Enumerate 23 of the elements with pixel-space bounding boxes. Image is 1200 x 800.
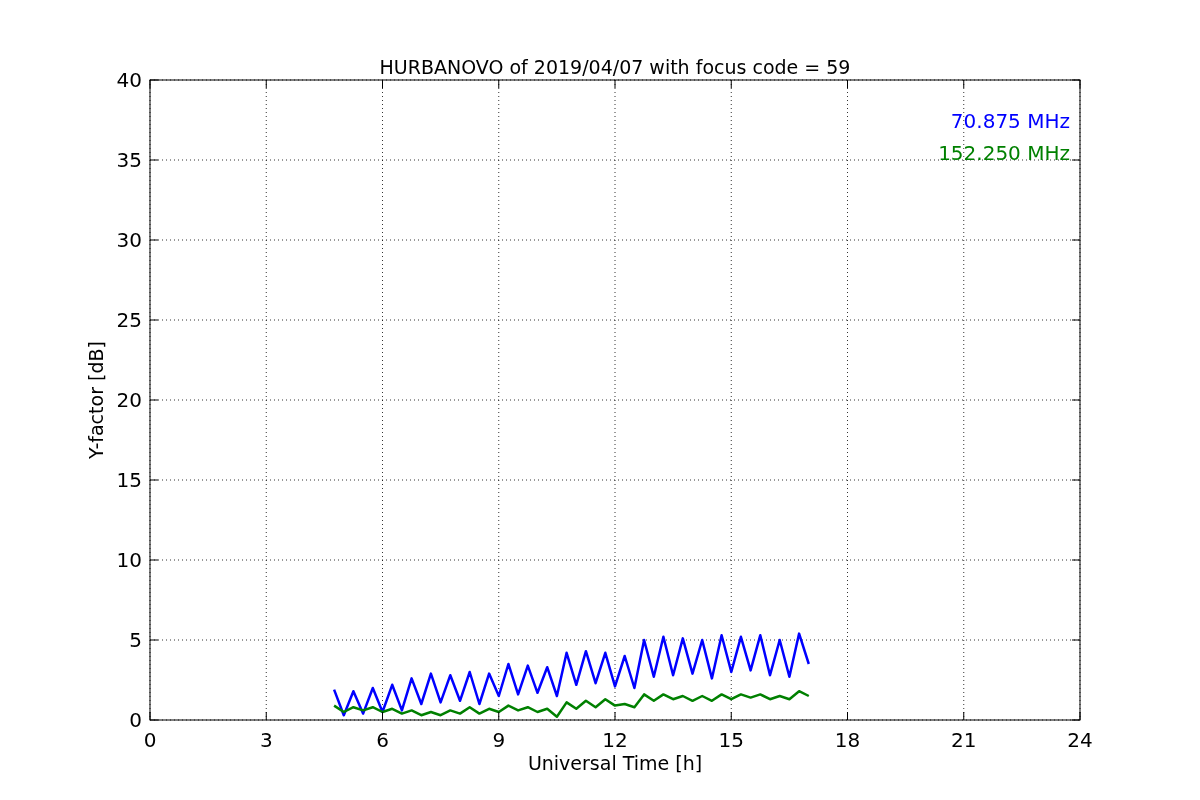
legend-label: 70.875 MHz — [950, 109, 1070, 133]
x-tick-label: 0 — [143, 728, 157, 752]
y-tick-label: 10 — [116, 548, 142, 572]
x-tick-label: 12 — [602, 728, 628, 752]
y-tick-label: 25 — [116, 308, 142, 332]
y-tick-label: 35 — [116, 148, 142, 172]
y-tick-label: 20 — [116, 388, 142, 412]
x-tick-label: 21 — [951, 728, 977, 752]
y-tick-label: 5 — [129, 628, 142, 652]
chart-title: HURBANOVO of 2019/04/07 with focus code = 59 — [379, 56, 851, 78]
x-tick-label: 3 — [259, 728, 273, 752]
x-tick-label: 18 — [834, 728, 861, 752]
x-tick-label: 15 — [718, 728, 744, 752]
y-tick-label: 30 — [116, 228, 142, 252]
legend-label: 152.250 MHz — [938, 141, 1070, 165]
x-tick-label: 9 — [492, 728, 506, 752]
y-axis-label: Y-factor [dB] — [85, 341, 107, 459]
y-tick-label: 40 — [116, 68, 142, 92]
y-tick-label: 15 — [116, 468, 142, 492]
y-tick-label: 0 — [129, 708, 142, 732]
x-tick-label: 6 — [376, 728, 389, 752]
x-tick-label: 24 — [1067, 728, 1093, 752]
x-axis-label: Universal Time [h] — [527, 752, 703, 774]
